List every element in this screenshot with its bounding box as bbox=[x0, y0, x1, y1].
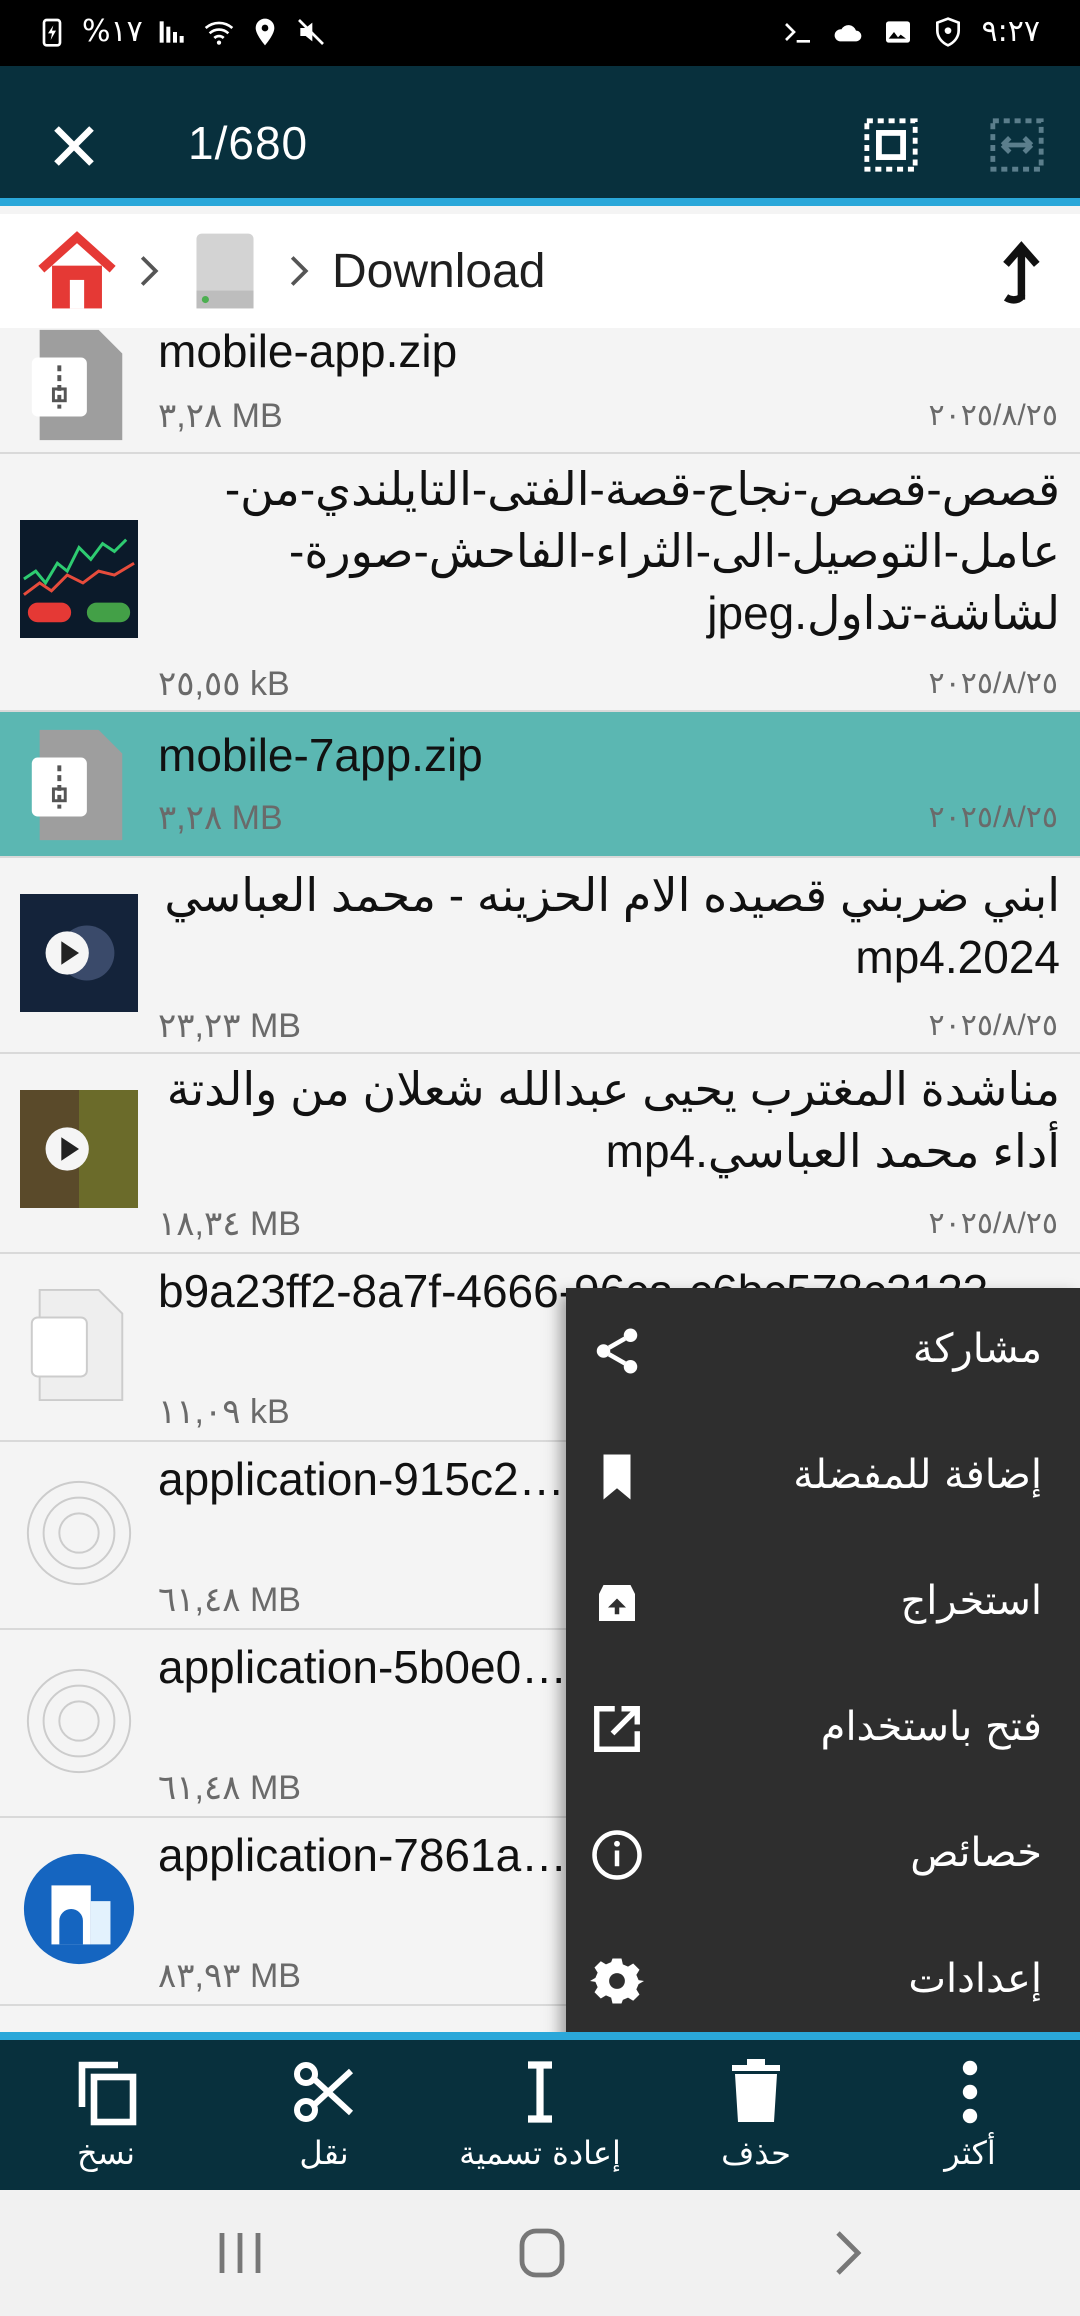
copy-label: نسخ bbox=[76, 2134, 136, 2172]
rename-icon bbox=[528, 2061, 552, 2123]
battery-charging-icon bbox=[42, 18, 62, 47]
cut-label: نقل bbox=[299, 2134, 349, 2172]
video-thumbnail bbox=[20, 894, 138, 1012]
chevron-right-icon bbox=[140, 256, 159, 286]
shield-icon bbox=[935, 16, 960, 47]
open-with-icon bbox=[594, 1706, 640, 1752]
zip-file-icon bbox=[31, 729, 123, 841]
extract-icon bbox=[599, 1585, 635, 1621]
video-thumbnail bbox=[20, 1090, 138, 1208]
terminal-icon bbox=[784, 22, 810, 43]
file-size: ٢٣,٢٣ MB bbox=[158, 1007, 301, 1045]
close-icon[interactable] bbox=[44, 116, 104, 176]
up-folder-icon[interactable] bbox=[990, 238, 1044, 304]
more-button[interactable]: أكثر bbox=[880, 2050, 1060, 2180]
apk-file-icon bbox=[26, 1480, 132, 1586]
menu-item-extract[interactable]: استخراج bbox=[566, 1540, 1080, 1666]
menu-item-label: فتح باستخدام bbox=[820, 1704, 1042, 1750]
file-date: ٢٠٢٥/٨/٢٥ bbox=[928, 1009, 1058, 1042]
menu-item-label: مشاركة bbox=[912, 1326, 1042, 1372]
wifi-icon bbox=[204, 21, 233, 45]
file-size: ٢٥,٥٥ kB bbox=[158, 665, 290, 703]
bottom-accent-line bbox=[0, 2032, 1080, 2040]
breadcrumb: Download bbox=[0, 214, 1080, 329]
system-navigation-bar bbox=[0, 2190, 1080, 2316]
selection-toolbar: 1/680 bbox=[0, 66, 1080, 206]
file-name: mobile-7app.zip bbox=[158, 729, 483, 781]
menu-item-label: إضافة للمفضلة bbox=[793, 1452, 1042, 1498]
menu-item-properties[interactable]: خصائص bbox=[566, 1792, 1080, 1918]
file-date: ٢٠٢٥/٨/٢٥ bbox=[928, 801, 1058, 834]
gallery-icon bbox=[885, 20, 910, 43]
recent-apps-icon[interactable] bbox=[210, 2228, 270, 2278]
menu-item-open-with[interactable]: فتح باستخدام bbox=[566, 1666, 1080, 1792]
cut-icon bbox=[294, 2062, 354, 2122]
menu-item-label: استخراج bbox=[900, 1578, 1042, 1624]
file-size: ٦١,٤٨ MB bbox=[158, 1769, 301, 1807]
apk-file-icon bbox=[26, 1668, 132, 1774]
settings-icon bbox=[590, 1958, 644, 2004]
more-icon bbox=[962, 2060, 978, 2124]
delete-button[interactable]: حذف bbox=[666, 2050, 846, 2180]
cloud-icon bbox=[834, 24, 861, 41]
zip-file-icon bbox=[31, 329, 123, 441]
home-icon[interactable] bbox=[34, 230, 120, 312]
file-size: ١٨,٣٤ MB bbox=[158, 1205, 301, 1243]
share-icon bbox=[596, 1328, 638, 1374]
file-size: ٣,٢٨ MB bbox=[158, 799, 283, 837]
rename-label: إعادة تسمية bbox=[459, 2134, 621, 2172]
file-date: ٢٠٢٥/٨/٢٥ bbox=[928, 667, 1058, 700]
battery-percent: %١٧ bbox=[82, 14, 143, 49]
file-row[interactable]: mobile-app.zip ٣,٢٨ MB ٢٠٢٥/٨/٢٥ bbox=[0, 328, 1080, 454]
select-all-icon[interactable] bbox=[862, 116, 920, 174]
image-thumbnail bbox=[20, 520, 138, 638]
file-row[interactable]: قصص-قصص-نجاح-قصة-الفتى-التايلندي-من-عامل… bbox=[0, 454, 1080, 712]
bottom-action-bar: نسخ نقل إعادة تسمية حذف أكثر bbox=[0, 2032, 1080, 2190]
home-button-icon[interactable] bbox=[512, 2228, 572, 2278]
chevron-right-icon bbox=[290, 256, 309, 286]
menu-item-label: إعدادات bbox=[908, 1956, 1042, 2002]
rename-button[interactable]: إعادة تسمية bbox=[450, 2050, 630, 2180]
status-bar: %١٧ ٩:٢٧ bbox=[0, 0, 1080, 66]
mute-icon bbox=[297, 18, 324, 45]
copy-icon bbox=[78, 2061, 137, 2126]
menu-item-label: خصائص bbox=[910, 1830, 1042, 1876]
selection-count: 1/680 bbox=[188, 117, 309, 169]
location-icon bbox=[255, 18, 275, 45]
file-name: مناشدة المغترب يحيى عبدالله شعلان من وال… bbox=[166, 1063, 1060, 1177]
delete-label: حذف bbox=[721, 2134, 791, 2172]
menu-item-share[interactable]: مشاركة bbox=[566, 1288, 1080, 1414]
cut-button[interactable]: نقل bbox=[234, 2050, 414, 2180]
file-size: ٦١,٤٨ MB bbox=[158, 1581, 301, 1619]
context-menu: مشاركة إضافة للمفضلة استخراج فتح باستخدا… bbox=[566, 1288, 1080, 2044]
file-size: ١١,٠٩ kB bbox=[158, 1393, 290, 1431]
clock: ٩:٢٧ bbox=[981, 14, 1040, 49]
file-name: ابني ضربني قصيده الام الحزينه - محمد الع… bbox=[164, 869, 1060, 983]
delete-icon bbox=[732, 2059, 780, 2122]
select-range-icon[interactable] bbox=[988, 116, 1046, 174]
file-row-selected[interactable]: mobile-7app.zip ٣,٢٨ MB ٢٠٢٥/٨/٢٥ bbox=[0, 712, 1080, 858]
file-row[interactable]: مناشدة المغترب يحيى عبدالله شعلان من وال… bbox=[0, 1054, 1080, 1254]
back-icon[interactable] bbox=[818, 2228, 878, 2278]
generic-file-icon bbox=[30, 1288, 124, 1402]
menu-item-settings[interactable]: إعدادات bbox=[566, 1918, 1080, 2044]
file-name: قصص-قصص-نجاح-قصة-الفتى-التايلندي-من-عامل… bbox=[224, 463, 1060, 639]
toolbar-accent-line bbox=[0, 198, 1080, 206]
copy-button[interactable]: نسخ bbox=[16, 2050, 196, 2180]
file-size: ٣,٢٨ MB bbox=[158, 397, 283, 435]
signal-icon bbox=[159, 20, 184, 43]
file-size: ٨٣,٩٣ MB bbox=[158, 1957, 301, 1995]
bookmark-icon bbox=[603, 1454, 631, 1500]
file-date: ٢٠٢٥/٨/٢٥ bbox=[928, 399, 1058, 432]
file-row[interactable]: ابني ضربني قصيده الام الحزينه - محمد الع… bbox=[0, 858, 1080, 1054]
file-date: ٢٠٢٥/٨/٢٥ bbox=[928, 1207, 1058, 1240]
info-icon bbox=[592, 1830, 642, 1880]
app-building-icon bbox=[23, 1853, 135, 1965]
storage-drive-icon[interactable] bbox=[182, 230, 268, 312]
more-label: أكثر bbox=[944, 2134, 996, 2172]
file-name: mobile-app.zip bbox=[158, 328, 458, 377]
menu-item-add-favorite[interactable]: إضافة للمفضلة bbox=[566, 1414, 1080, 1540]
breadcrumb-current-folder[interactable]: Download bbox=[332, 244, 545, 299]
